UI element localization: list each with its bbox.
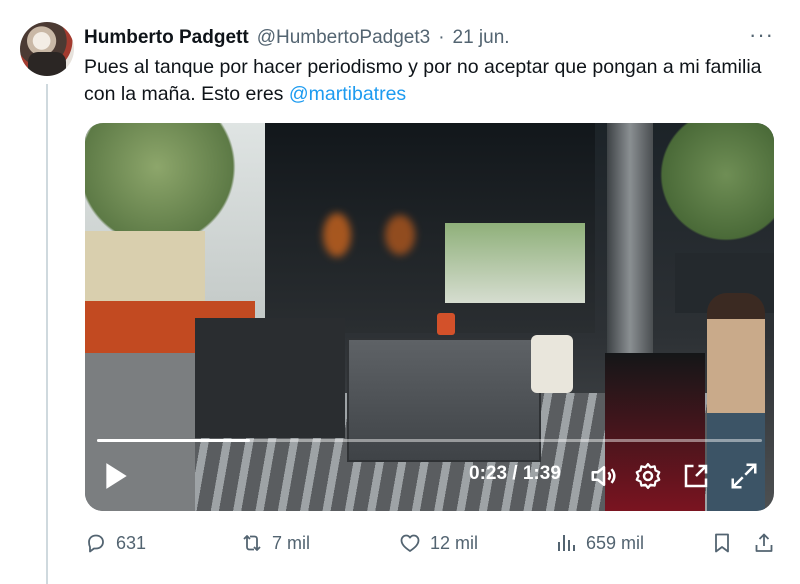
video-player[interactable]: 0:23 / 1:39	[85, 123, 774, 511]
play-icon[interactable]	[103, 461, 129, 491]
tweet-actions: 631 7 mil 12 mil 659 mil	[84, 526, 784, 560]
tweet-text: Pues al tanque por hacer periodismo y po…	[84, 54, 774, 108]
fullscreen-icon[interactable]	[729, 461, 759, 491]
tweet-date[interactable]: 21 jun.	[453, 27, 510, 49]
reply-button[interactable]: 631	[84, 526, 146, 560]
bookmark-button[interactable]	[710, 526, 734, 560]
volume-icon[interactable]	[589, 461, 619, 491]
share-icon	[755, 533, 773, 552]
views-button[interactable]: 659 mil	[554, 526, 644, 560]
gear-icon[interactable]	[633, 461, 663, 491]
tweet-header: Humberto Padgett @HumbertoPadget3 · 21 j…	[84, 24, 510, 52]
like-button[interactable]: 12 mil	[398, 526, 478, 560]
author-name[interactable]: Humberto Padgett	[84, 27, 249, 49]
thread-line	[46, 84, 48, 584]
bookmark-icon	[715, 533, 729, 553]
reply-count: 631	[116, 532, 147, 553]
views-chart-icon	[558, 535, 575, 551]
author-handle[interactable]: @HumbertoPadget3	[257, 27, 431, 49]
views-count: 659 mil	[586, 532, 645, 553]
picture-in-picture-icon[interactable]	[681, 461, 711, 491]
video-controls: 0:23 / 1:39	[85, 441, 774, 511]
reply-icon	[88, 534, 104, 553]
more-options-button[interactable]: ···	[749, 22, 774, 48]
heart-icon	[400, 534, 420, 552]
mention-link[interactable]: @martibatres	[289, 83, 406, 105]
share-button[interactable]	[752, 526, 776, 560]
separator-dot: ·	[438, 27, 445, 48]
retweet-count: 7 mil	[272, 532, 311, 553]
tweet-body: Pues al tanque por hacer periodismo y po…	[84, 56, 762, 105]
video-time: 0:23 / 1:39	[469, 463, 561, 484]
like-count: 12 mil	[430, 532, 479, 553]
retweet-icon	[243, 535, 261, 551]
retweet-button[interactable]: 7 mil	[240, 526, 310, 560]
avatar[interactable]	[20, 22, 74, 76]
